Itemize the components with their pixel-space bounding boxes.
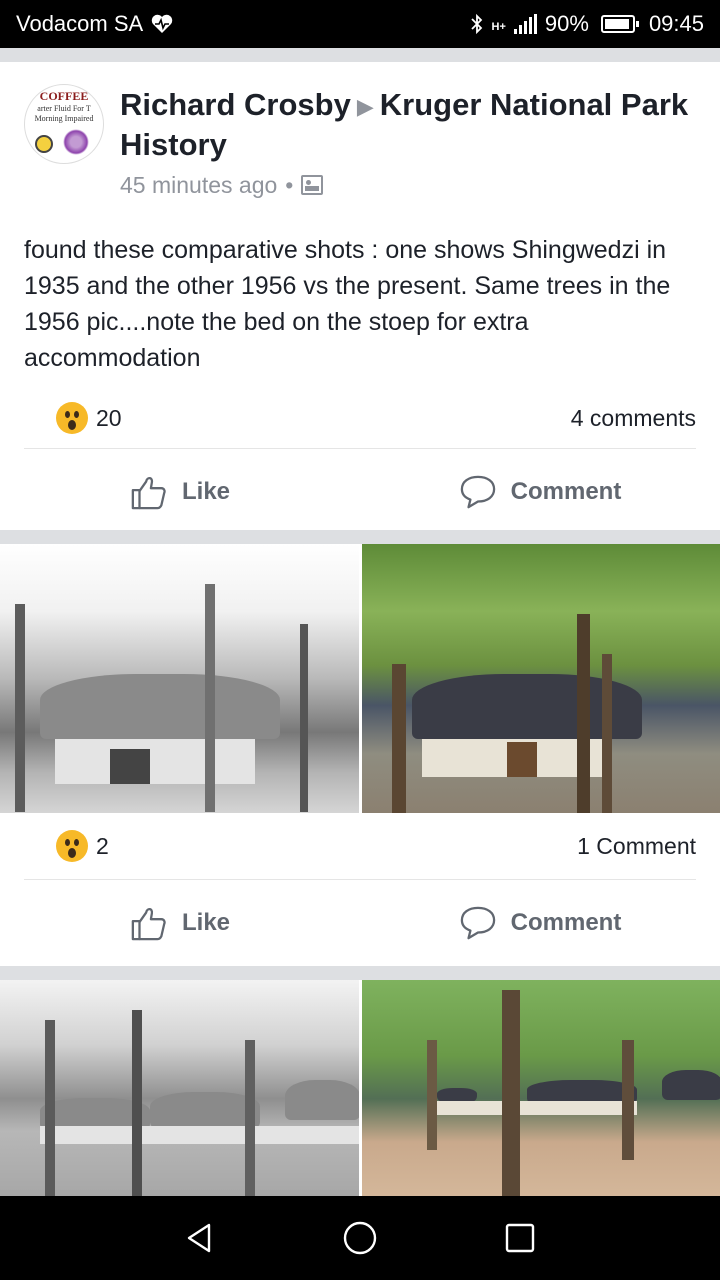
home-circle-icon bbox=[343, 1221, 377, 1255]
minion-icon bbox=[35, 135, 53, 153]
like-label: Like bbox=[181, 909, 231, 936]
comment-label: Comment bbox=[510, 909, 622, 936]
post-actions: Like Comment bbox=[0, 880, 720, 966]
post-card: COFFEE arter Fluid For T Morning Impaire… bbox=[0, 62, 720, 530]
photo-shingwedzi-present-1[interactable] bbox=[361, 544, 720, 813]
battery-percent: 90% bbox=[544, 11, 589, 36]
status-bar: Vodacom SA H+ 90% 09:45 bbox=[0, 0, 720, 48]
speech-bubble-icon bbox=[460, 475, 495, 509]
comment-label: Comment bbox=[510, 478, 622, 505]
reaction-summary[interactable]: 2 bbox=[56, 830, 109, 862]
recents-square-icon bbox=[505, 1223, 535, 1253]
wow-emoji-icon bbox=[56, 830, 88, 862]
reaction-summary[interactable]: 20 bbox=[56, 402, 122, 434]
photo-shingwedzi-1935[interactable] bbox=[0, 544, 359, 813]
speech-bubble-icon bbox=[460, 906, 495, 940]
thumbs-up-icon bbox=[131, 907, 166, 941]
post-actions: Like Comment bbox=[0, 449, 720, 535]
wow-emoji-icon bbox=[56, 402, 88, 434]
comment-count[interactable]: 4 comments bbox=[571, 405, 696, 432]
signal-icon bbox=[513, 14, 537, 34]
photo-row-1 bbox=[0, 544, 720, 813]
author-name[interactable]: Richard Crosby bbox=[120, 87, 351, 122]
avatar-text-1: COFFEE bbox=[39, 89, 89, 103]
comment-button[interactable]: Comment bbox=[360, 474, 720, 510]
thumbs-up-icon bbox=[131, 476, 166, 510]
arrow-right-icon: ▶ bbox=[356, 93, 374, 119]
clock: 09:45 bbox=[648, 11, 704, 36]
battery-icon bbox=[600, 15, 639, 33]
back-triangle-icon bbox=[187, 1223, 211, 1253]
photo-post-card: 2 1 Comment Like Comment bbox=[0, 813, 720, 966]
post-header-text: Richard Crosby ▶ Kruger National Park Hist… bbox=[120, 62, 696, 198]
reactions-row: 20 4 comments bbox=[0, 388, 720, 448]
separator-dot: • bbox=[285, 171, 294, 198]
avatar-text-2: arter Fluid For T bbox=[37, 104, 91, 113]
like-button[interactable]: Like bbox=[0, 904, 360, 942]
recents-button[interactable] bbox=[490, 1208, 550, 1268]
network-type: H+ bbox=[491, 21, 506, 33]
like-label: Like bbox=[181, 478, 231, 505]
comment-button[interactable]: Comment bbox=[360, 905, 720, 941]
like-button[interactable]: Like bbox=[0, 473, 360, 511]
photo-icon bbox=[301, 175, 324, 196]
avatar-text-3: Morning Impaired bbox=[34, 114, 94, 123]
comment-count[interactable]: 1 Comment bbox=[577, 833, 696, 860]
carrier-label: Vodacom SA bbox=[16, 11, 144, 36]
heart-monitor-icon bbox=[151, 14, 173, 33]
reaction-count: 2 bbox=[96, 832, 109, 859]
home-button[interactable] bbox=[330, 1208, 390, 1268]
bluetooth-icon bbox=[470, 13, 482, 35]
post-time[interactable]: 45 minutes ago bbox=[120, 172, 277, 199]
photo-shingwedzi-present-2[interactable] bbox=[361, 980, 720, 1196]
photo-shingwedzi-1956[interactable] bbox=[0, 980, 359, 1196]
post-text: found these comparative shots : one show… bbox=[24, 236, 671, 372]
navigation-bar bbox=[0, 1196, 720, 1280]
reactions-row: 2 1 Comment bbox=[0, 813, 720, 879]
photo-row-2 bbox=[0, 980, 720, 1196]
avatar[interactable]: COFFEE arter Fluid For T Morning Impaire… bbox=[24, 84, 104, 164]
reaction-count: 20 bbox=[96, 404, 122, 431]
back-button[interactable] bbox=[170, 1208, 230, 1268]
flower-icon bbox=[63, 129, 89, 155]
post-header: COFFEE arter Fluid For T Morning Impaire… bbox=[0, 62, 720, 198]
